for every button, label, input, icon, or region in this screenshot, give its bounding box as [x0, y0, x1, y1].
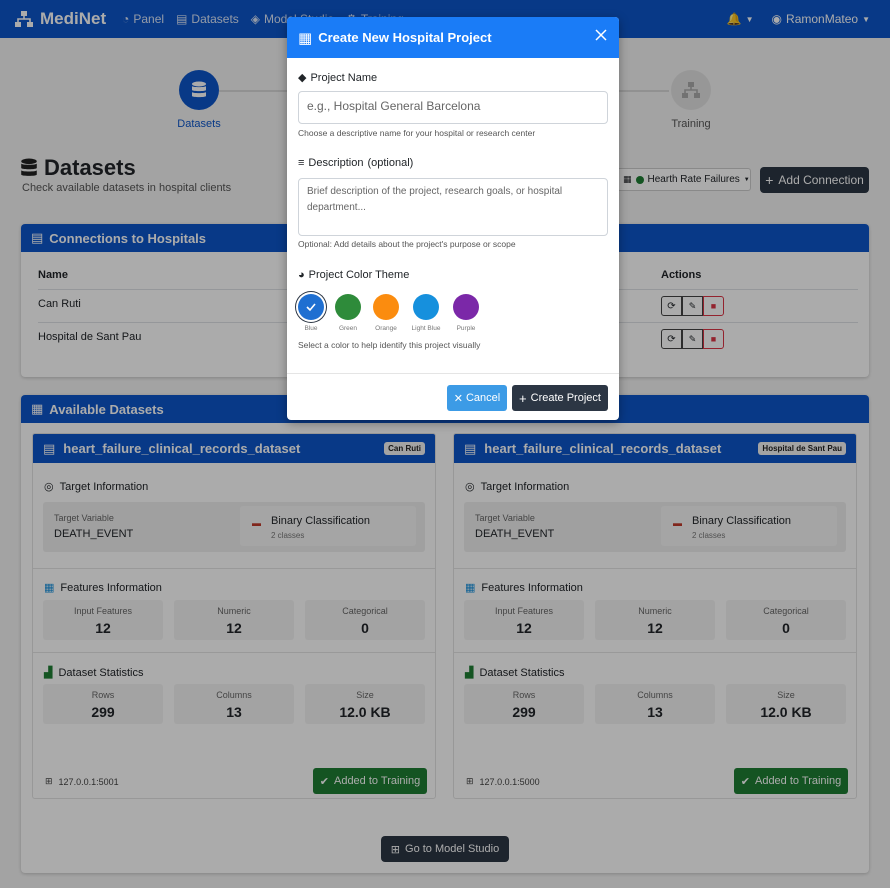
modal-footer-divider — [287, 373, 619, 374]
close-button[interactable] — [595, 29, 607, 44]
project-name-label: ◆ Project Name — [298, 71, 378, 85]
plus-icon: + — [519, 390, 527, 406]
modal-title: Create New Hospital Project — [318, 30, 492, 45]
swatch-label: Blue — [304, 325, 318, 332]
close-icon — [595, 29, 607, 41]
color-swatch-orange[interactable] — [373, 294, 399, 320]
modal-header: ▦ Create New Hospital Project — [287, 17, 619, 58]
color-swatch-purple[interactable] — [453, 294, 479, 320]
swatch-label: Purple — [456, 325, 476, 332]
color-swatch-light-blue[interactable] — [413, 294, 439, 320]
project-name-help: Choose a descriptive name for your hospi… — [298, 128, 536, 138]
swatch-label: Light Blue — [411, 325, 441, 332]
check-icon — [306, 303, 316, 312]
swatch-label: Orange — [375, 325, 397, 332]
tag-icon: ◆ — [298, 72, 307, 84]
color-swatch-green[interactable] — [335, 294, 361, 320]
description-label: ≡ Description (optional) — [298, 157, 414, 169]
color-swatch-blue[interactable] — [298, 294, 324, 320]
hospital-icon: ▦ — [298, 29, 313, 47]
create-project-button[interactable]: + Create Project — [512, 385, 608, 411]
palette-icon: ◕ — [298, 269, 305, 281]
align-left-icon: ≡ — [298, 157, 305, 169]
close-icon: ✕ — [453, 392, 463, 405]
color-help: Select a color to help identify this pro… — [298, 340, 481, 350]
create-project-modal: ▦ Create New Hospital Project ◆ Project … — [287, 17, 619, 420]
swatch-label: Green — [338, 325, 358, 332]
description-textarea[interactable]: Brief description of the project, resear… — [298, 178, 608, 236]
description-help: Optional: Add details about the project'… — [298, 239, 516, 249]
project-name-input[interactable]: e.g., Hospital General Barcelona — [298, 91, 608, 124]
color-theme-label: ◕ Project Color Theme — [298, 269, 410, 281]
cancel-button[interactable]: ✕ Cancel — [447, 385, 507, 411]
